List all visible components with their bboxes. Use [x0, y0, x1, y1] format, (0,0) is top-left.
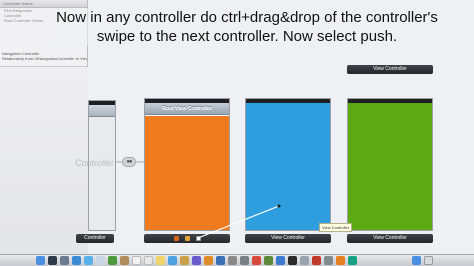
dashboard-icon[interactable] [48, 256, 57, 265]
segue-dots: ●● [126, 159, 132, 165]
messages-icon[interactable] [168, 256, 177, 265]
nav-controller-scene[interactable]: Controller [75, 100, 116, 231]
first-responder-icon[interactable] [174, 236, 179, 241]
app-icon[interactable] [300, 256, 309, 265]
app-store-icon[interactable] [72, 256, 81, 265]
app-icon[interactable] [336, 256, 345, 265]
itunes-icon[interactable] [192, 256, 201, 265]
calendar-icon[interactable] [132, 256, 141, 265]
safari-icon[interactable] [84, 256, 93, 265]
app-icon[interactable] [288, 256, 297, 265]
notes-icon[interactable] [156, 256, 165, 265]
blue-view-body[interactable] [246, 103, 330, 230]
app-icon[interactable] [228, 256, 237, 265]
nav-bar: Root View Controller [145, 103, 229, 115]
nav-bar [89, 105, 115, 117]
root-scene-dock[interactable] [144, 234, 230, 243]
app-icon[interactable] [264, 256, 273, 265]
system-preferences-icon[interactable] [240, 256, 249, 265]
outline-header: Controller Scene [0, 0, 87, 8]
top-scene-label[interactable]: View Controller [347, 65, 433, 74]
nav-controller-label[interactable]: Controller [76, 234, 114, 243]
nav-controller-title: Controller [75, 158, 115, 168]
app-icon[interactable] [216, 256, 225, 265]
app-icon[interactable] [252, 256, 261, 265]
blue-view-controller-scene[interactable] [245, 98, 331, 231]
green-view-controller-scene[interactable] [347, 98, 433, 231]
ibooks-icon[interactable] [204, 256, 213, 265]
app-icon[interactable] [324, 256, 333, 265]
root-view-body[interactable] [145, 116, 229, 230]
segue-icon[interactable]: ●● [122, 157, 136, 167]
downloads-icon[interactable] [412, 256, 421, 265]
app-icon[interactable] [312, 256, 321, 265]
contacts-icon[interactable] [120, 256, 129, 265]
app-icon[interactable] [348, 256, 357, 265]
trash-icon[interactable] [424, 256, 433, 265]
photos-icon[interactable] [180, 256, 189, 265]
exit-icon[interactable] [185, 236, 190, 241]
outline-item-relationship[interactable]: Relationship from UINavigationController… [0, 56, 87, 61]
drop-target-tooltip: View Controller [319, 223, 353, 232]
xcode-icon[interactable] [276, 256, 285, 265]
reminders-icon[interactable] [144, 256, 153, 265]
root-view-controller-scene[interactable]: Root View Controller [144, 98, 230, 231]
mission-control-icon[interactable] [60, 256, 69, 265]
finder-icon[interactable] [36, 256, 45, 265]
blue-scene-label[interactable]: View Controller [245, 234, 331, 243]
green-scene-label[interactable]: View Controller [347, 234, 433, 243]
view-controller-icon[interactable] [196, 236, 201, 241]
tutorial-caption: Now in any controller do ctrl+drag&drop … [52, 8, 442, 46]
dock [0, 254, 474, 266]
mail-icon[interactable] [96, 256, 105, 265]
green-view-body[interactable] [348, 103, 432, 230]
facetime-icon[interactable] [108, 256, 117, 265]
